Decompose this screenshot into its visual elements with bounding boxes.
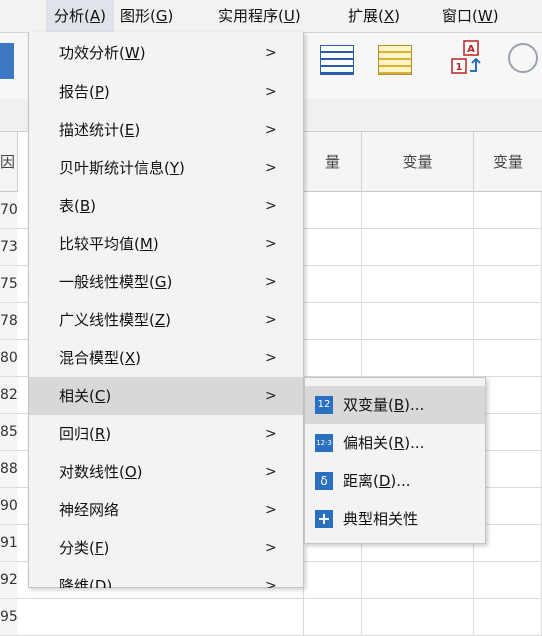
- submenu-arrow-icon: >: [265, 426, 277, 442]
- data-cell[interactable]: [304, 599, 362, 636]
- row-number[interactable]: 73: [0, 229, 18, 266]
- row-number[interactable]: 85: [0, 414, 18, 451]
- submenu-arrow-icon: >: [265, 198, 277, 214]
- submenu-arrow-icon: >: [265, 388, 277, 404]
- submenu-arrow-icon: >: [265, 464, 277, 480]
- submenu-arrow-icon: >: [265, 502, 277, 518]
- partial-correlation-icon: 12·3: [315, 434, 333, 452]
- submenu-arrow-icon: >: [265, 84, 277, 100]
- variables-icon[interactable]: [378, 45, 412, 75]
- row-number[interactable]: 75: [0, 266, 18, 303]
- menu-extensions[interactable]: 扩展(X): [340, 0, 408, 32]
- submenu-item-partial[interactable]: 12·3 偏相关(R)...: [305, 424, 485, 462]
- submenu-item-distances[interactable]: δ 距离(D)...: [305, 462, 485, 500]
- row-number[interactable]: 88: [0, 451, 18, 488]
- row-number[interactable]: 78: [0, 303, 18, 340]
- data-cell[interactable]: [474, 303, 542, 340]
- column-header-variable[interactable]: 变量: [362, 132, 474, 192]
- data-cell[interactable]: [362, 340, 474, 377]
- svg-text:1: 1: [456, 62, 463, 73]
- submenu-item-bivariate[interactable]: 12 双变量(B)...: [305, 386, 485, 424]
- data-cell[interactable]: [474, 562, 542, 599]
- canonical-correlation-icon: +: [315, 510, 333, 528]
- menu-item-general-linear-model[interactable]: 一般线性模型(G) >: [29, 263, 303, 301]
- menu-item-mixed-models[interactable]: 混合模型(X) >: [29, 339, 303, 377]
- row-number[interactable]: 95: [0, 599, 18, 636]
- menu-item-compare-means[interactable]: 比较平均值(M) >: [29, 225, 303, 263]
- column-header-variable[interactable]: 变量: [474, 132, 542, 192]
- row-number[interactable]: 70: [0, 192, 18, 229]
- distance-icon: δ: [315, 472, 333, 490]
- svg-text:A: A: [467, 44, 475, 55]
- submenu-arrow-icon: >: [265, 540, 277, 556]
- data-cell[interactable]: [362, 562, 474, 599]
- data-cell[interactable]: [362, 303, 474, 340]
- data-cell[interactable]: [474, 229, 542, 266]
- data-cell[interactable]: [362, 599, 474, 636]
- select-cases-icon[interactable]: A 1: [450, 39, 486, 75]
- menu-item-regression[interactable]: 回归(R) >: [29, 415, 303, 453]
- row-number[interactable]: 80: [0, 340, 18, 377]
- submenu-arrow-icon: >: [265, 236, 277, 252]
- data-cell[interactable]: [474, 599, 542, 636]
- menu-analyze[interactable]: 分析(A): [46, 0, 114, 32]
- column-header-partial: 因: [0, 132, 18, 192]
- submenu-arrow-icon: >: [265, 350, 277, 366]
- menu-item-dimension-reduction[interactable]: 降维(D) >: [29, 567, 303, 588]
- analyze-menu: 功效分析(W) > 报告(P) > 描述统计(E) > 贝叶斯统计信息(Y) > 表(B…: [28, 32, 304, 588]
- menu-item-loglinear[interactable]: 对数线性(O) >: [29, 453, 303, 491]
- row-number[interactable]: 90: [0, 488, 18, 525]
- data-cell[interactable]: [474, 192, 542, 229]
- data-cell[interactable]: [304, 229, 362, 266]
- menu-item-classify[interactable]: 分类(F) >: [29, 529, 303, 567]
- toolbar-circle-icon[interactable]: [508, 43, 538, 73]
- menu-utilities[interactable]: 实用程序(U): [210, 0, 309, 32]
- data-cell[interactable]: [304, 303, 362, 340]
- menu-window[interactable]: 窗口(W): [434, 0, 507, 32]
- menu-item-descriptive-statistics[interactable]: 描述统计(E) >: [29, 111, 303, 149]
- toolbar-partial-icon[interactable]: [0, 43, 14, 79]
- correlate-submenu: 12 双变量(B)... 12·3 偏相关(R)... δ 距离(D)... +…: [304, 377, 486, 544]
- data-cell[interactable]: [362, 192, 474, 229]
- column-header-variable[interactable]: 量: [304, 132, 362, 192]
- submenu-arrow-icon: >: [265, 578, 277, 588]
- data-cell[interactable]: [474, 340, 542, 377]
- data-cell[interactable]: [474, 266, 542, 303]
- menu-bar: 分析(A) 图形(G) 实用程序(U) 扩展(X) 窗口(W): [0, 0, 542, 33]
- data-cell[interactable]: [304, 266, 362, 303]
- row-number[interactable]: 92: [0, 562, 18, 599]
- data-cell[interactable]: [18, 599, 304, 636]
- go-to-case-icon[interactable]: [320, 45, 354, 75]
- menu-item-tables[interactable]: 表(B) >: [29, 187, 303, 225]
- submenu-arrow-icon: >: [265, 45, 277, 61]
- submenu-arrow-icon: >: [265, 160, 277, 176]
- submenu-arrow-icon: >: [265, 274, 277, 290]
- submenu-arrow-icon: >: [265, 122, 277, 138]
- submenu-arrow-icon: >: [265, 312, 277, 328]
- bivariate-icon: 12: [315, 396, 333, 414]
- menu-item-reports[interactable]: 报告(P) >: [29, 73, 303, 111]
- menu-item-correlate[interactable]: 相关(C) >: [29, 377, 303, 415]
- menu-item-power-analysis[interactable]: 功效分析(W) >: [29, 34, 303, 72]
- data-cell[interactable]: [362, 229, 474, 266]
- data-cell[interactable]: [304, 192, 362, 229]
- row-number[interactable]: 82: [0, 377, 18, 414]
- menu-item-generalized-linear-models[interactable]: 广义线性模型(Z) >: [29, 301, 303, 339]
- submenu-item-canonical-correlation[interactable]: + 典型相关性: [305, 500, 485, 538]
- menu-item-bayesian-statistics[interactable]: 贝叶斯统计信息(Y) >: [29, 149, 303, 187]
- menu-graphs[interactable]: 图形(G): [112, 0, 181, 32]
- data-cell[interactable]: [362, 266, 474, 303]
- data-cell[interactable]: [304, 340, 362, 377]
- row-number[interactable]: 91: [0, 525, 18, 562]
- data-cell[interactable]: [304, 562, 362, 599]
- menu-item-neural-networks[interactable]: 神经网络 >: [29, 491, 303, 529]
